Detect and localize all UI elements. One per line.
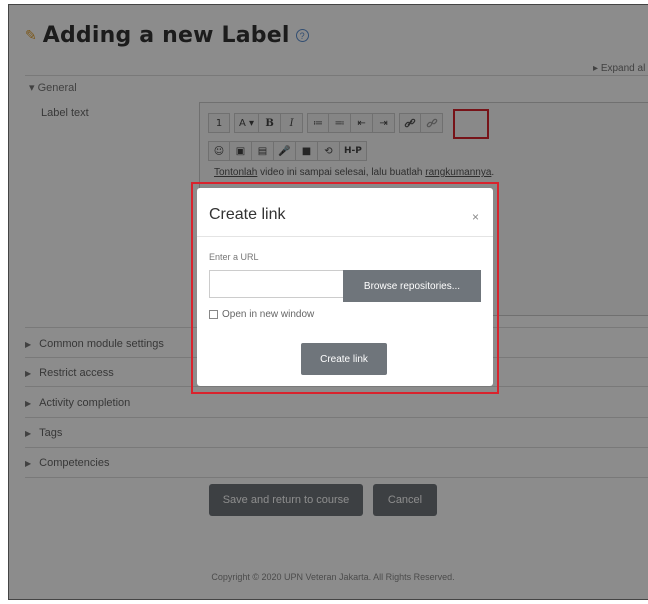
dialog-divider [197,236,493,237]
close-icon[interactable]: × [472,210,479,224]
open-new-window-label: Open in new window [222,309,315,320]
dialog-title: Create link [209,206,286,223]
checkbox-box[interactable] [209,310,218,319]
browse-repositories-button[interactable]: Browse repositories... [343,270,481,302]
browser-frame: ✎ Adding a new Label ? ▸ Expand al ▾ Gen… [8,4,648,600]
create-link-button[interactable]: Create link [301,343,387,375]
url-input[interactable] [209,270,347,298]
enter-url-label: Enter a URL [209,252,259,262]
create-link-dialog: Create link × Enter a URL Browse reposit… [197,188,493,386]
open-new-window-checkbox[interactable]: Open in new window [209,309,314,320]
